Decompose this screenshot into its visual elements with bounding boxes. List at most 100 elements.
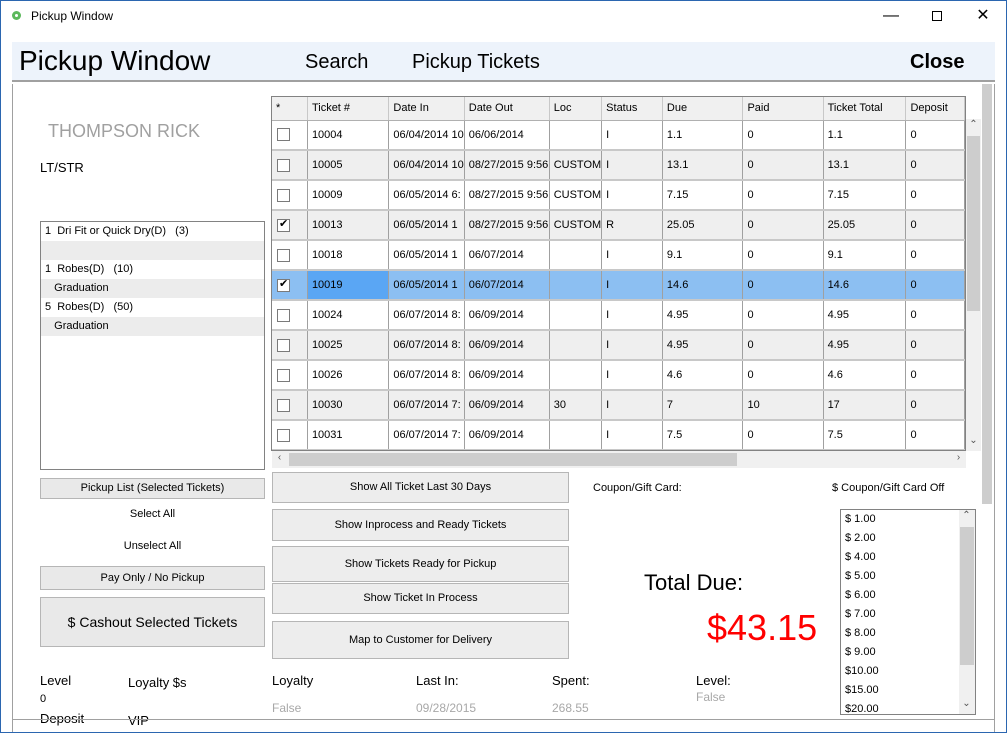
coupon-option[interactable]: $10.00 [841, 662, 975, 681]
cell-loc [549, 120, 603, 151]
ticket-checkbox[interactable] [277, 368, 290, 382]
nav-close[interactable]: Close [910, 51, 964, 74]
coupon-scroll-down-icon[interactable]: ⌄ [959, 698, 974, 709]
cell-deposit: 0 [905, 150, 965, 181]
column-header[interactable]: * [272, 97, 308, 121]
show-inprocess-ready-button[interactable]: Show Inprocess and Ready Tickets [272, 509, 569, 541]
ticket-row[interactable]: 10031 06/07/2014 7: 06/09/2014 I 7.5 0 7.5 0 [272, 420, 965, 450]
cell-deposit: 0 [905, 120, 965, 151]
cell-ticket: 10009 [307, 180, 390, 211]
coupon-option[interactable]: $ 1.00 [841, 510, 975, 529]
map-delivery-button[interactable]: Map to Customer for Delivery [272, 621, 569, 659]
level2-label: Level: [696, 673, 731, 688]
level-value: 0 [40, 693, 47, 705]
coupon-list-scrollbar[interactable]: ⌃ ⌄ [959, 510, 975, 714]
coupon-option[interactable]: $ 4.00 [841, 548, 975, 567]
ticket-checkbox[interactable] [277, 338, 290, 352]
select-cell [272, 210, 308, 241]
ticket-checkbox[interactable] [277, 277, 290, 292]
column-header[interactable]: Paid [742, 97, 824, 121]
cell-date-out: 06/09/2014 [464, 390, 550, 421]
ticket-checkbox[interactable] [277, 217, 290, 232]
pickup-window: Pickup Window — ✕ Pickup Window Search P… [0, 0, 1007, 733]
ticket-row[interactable]: 10005 06/04/2014 10 08/27/2015 9:56 CUSTOM I… [272, 150, 965, 181]
minimize-button[interactable]: — [868, 1, 914, 31]
select-cell [272, 300, 308, 331]
tickets-vscroll-thumb[interactable] [967, 136, 980, 311]
column-header[interactable]: Date Out [464, 97, 550, 121]
ticket-checkbox[interactable] [277, 188, 290, 202]
scroll-up-icon[interactable]: ⌃ [966, 119, 981, 130]
coupon-option[interactable]: $ 2.00 [841, 529, 975, 548]
unselect-all-button[interactable]: Unselect All [40, 540, 265, 552]
ticket-row[interactable]: 10030 06/07/2014 7: 06/09/2014 30 I 7 10 17 0 [272, 390, 965, 421]
coupon-option[interactable]: $ 6.00 [841, 586, 975, 605]
show-last-30-days-button[interactable]: Show All Ticket Last 30 Days [272, 472, 569, 503]
ticket-checkbox[interactable] [277, 398, 290, 412]
items-list[interactable]: 1 Dri Fit or Quick Dry(D) (3) 1 Robes(D) … [40, 221, 265, 470]
ticket-checkbox[interactable] [277, 158, 290, 172]
cashout-button[interactable]: $ Cashout Selected Tickets [40, 597, 265, 647]
tickets-hscroll-thumb[interactable] [289, 453, 737, 466]
ticket-row[interactable]: 10025 06/07/2014 8: 06/09/2014 I 4.95 0 4.95 0 [272, 330, 965, 361]
column-header[interactable]: Date In [388, 97, 465, 121]
item-row[interactable]: 1 Dri Fit or Quick Dry(D) (3) [41, 222, 264, 241]
close-window-button[interactable]: ✕ [960, 1, 1006, 31]
app-icon [12, 11, 21, 20]
ticket-checkbox[interactable] [277, 308, 290, 322]
coupon-scroll-thumb[interactable] [960, 527, 974, 665]
coupon-option[interactable]: $20.00 [841, 700, 975, 714]
coupon-option[interactable]: $ 5.00 [841, 567, 975, 586]
column-header[interactable]: Deposit [905, 97, 965, 121]
column-header[interactable]: Ticket # [307, 97, 390, 121]
item-row[interactable] [41, 241, 264, 260]
select-cell [272, 360, 308, 391]
ticket-row[interactable]: 10026 06/07/2014 8: 06/09/2014 I 4.6 0 4.6 0 [272, 360, 965, 391]
show-ready-button[interactable]: Show Tickets Ready for Pickup [272, 546, 569, 582]
ticket-row[interactable]: 10009 06/05/2014 6: 08/27/2015 9:56 CUSTOM I… [272, 180, 965, 211]
column-header[interactable]: Ticket Total [823, 97, 907, 121]
item-row[interactable]: Graduation [41, 279, 264, 298]
ticket-checkbox[interactable] [277, 428, 290, 442]
maximize-button[interactable] [914, 1, 960, 31]
ticket-checkbox[interactable] [277, 128, 290, 142]
select-cell [272, 240, 308, 271]
scroll-right-icon[interactable]: › [951, 452, 966, 463]
customer-type: LT/STR [40, 160, 84, 175]
coupon-option[interactable]: $15.00 [841, 681, 975, 700]
item-row[interactable]: 5 Robes(D) (50) [41, 298, 264, 317]
scroll-down-icon[interactable]: ⌄ [966, 435, 981, 446]
nav-search[interactable]: Search [305, 51, 368, 74]
select-all-button[interactable]: Select All [40, 508, 265, 520]
ticket-row[interactable]: 1001906/05/2014 106/07/2014I14.6014.60 [272, 270, 965, 301]
column-header[interactable]: Due [662, 97, 744, 121]
coupon-amount-list[interactable]: $ 1.00 $ 2.00 $ 4.00 $ 5.00 $ 6.00 $ 7.00 $ 8.… [840, 509, 976, 715]
coupon-option[interactable]: $ 7.00 [841, 605, 975, 624]
coupon-option[interactable]: $ 8.00 [841, 624, 975, 643]
ticket-row[interactable]: 1001306/05/2014 108/27/2015 9:56CUSTOMR2… [272, 210, 965, 241]
column-header[interactable]: Status [601, 97, 663, 121]
cell-due: 9.1 [662, 240, 744, 271]
cell-ticket: 10025 [307, 330, 390, 361]
ticket-row[interactable]: 10004 06/04/2014 10 06/06/2014 I 1.1 0 1.1 0 [272, 120, 965, 151]
ticket-row[interactable]: 10018 06/05/2014 1 06/07/2014 I 9.1 0 9.1 0 [272, 240, 965, 271]
tickets-vertical-scrollbar[interactable]: ⌃ ⌄ [966, 119, 981, 451]
show-in-process-button[interactable]: Show Ticket In Process [272, 583, 569, 614]
nav-pickup-tickets[interactable]: Pickup Tickets [412, 51, 540, 74]
cell-due: 4.95 [662, 330, 744, 361]
outer-scrollbar[interactable] [982, 84, 992, 504]
coupon-scroll-up-icon[interactable]: ⌃ [959, 510, 974, 521]
cell-status: I [601, 240, 663, 271]
coupon-option[interactable]: $ 9.00 [841, 643, 975, 662]
ticket-row[interactable]: 10024 06/07/2014 8: 06/09/2014 I 4.95 0 4.95 0 [272, 300, 965, 331]
tickets-horizontal-scrollbar[interactable]: ‹ › [272, 451, 966, 468]
item-row[interactable]: 1 Robes(D) (10) [41, 260, 264, 279]
pay-only-button[interactable]: Pay Only / No Pickup [40, 566, 265, 590]
item-row[interactable]: Graduation [41, 317, 264, 336]
ticket-checkbox[interactable] [277, 248, 290, 262]
scroll-left-icon[interactable]: ‹ [272, 452, 287, 463]
tickets-grid[interactable]: * Ticket # Date In Date Out Loc Status Due Paid… [271, 96, 966, 451]
column-header[interactable]: Loc [549, 97, 603, 121]
cell-date-in: 06/05/2014 6: [388, 180, 465, 211]
pickup-list-button[interactable]: Pickup List (Selected Tickets) [40, 478, 265, 499]
